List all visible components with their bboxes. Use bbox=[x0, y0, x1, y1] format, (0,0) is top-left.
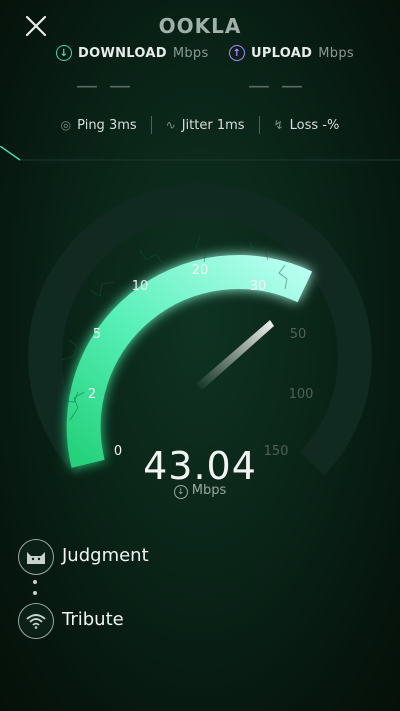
jitter-stat: ∿ Jitter 1ms bbox=[166, 118, 245, 133]
progress-rule bbox=[0, 146, 400, 161]
server-avatar-icon[interactable] bbox=[18, 539, 54, 575]
download-value: — — bbox=[76, 74, 133, 99]
tick-100: 100 bbox=[289, 387, 314, 402]
divider bbox=[258, 116, 260, 134]
ping-icon: ◎ bbox=[60, 118, 72, 132]
jitter-text: Jitter 1ms bbox=[181, 117, 245, 133]
tick-10: 10 bbox=[132, 279, 149, 294]
latency-stats-row: ◎ Ping 3ms ∿ Jitter 1ms ↯ Loss -% bbox=[0, 116, 400, 134]
cat-avatar-icon bbox=[27, 552, 45, 564]
speed-unit-label: Mbps bbox=[191, 483, 227, 498]
network-name[interactable]: Tribute bbox=[62, 609, 124, 630]
upload-header: ↑ UPLOAD Mbps bbox=[229, 45, 354, 61]
tick-30: 30 bbox=[250, 279, 267, 294]
connector-dot bbox=[33, 591, 37, 595]
wifi-glyph bbox=[26, 614, 46, 629]
tick-2: 2 bbox=[88, 387, 96, 402]
upload-unit: Mbps bbox=[318, 45, 354, 61]
speed-unit: ↓ Mbps bbox=[0, 483, 400, 499]
ping-stat: ◎ Ping 3ms bbox=[61, 118, 137, 133]
gauge-needle bbox=[196, 320, 274, 390]
divider bbox=[150, 116, 152, 134]
download-unit: Mbps bbox=[172, 45, 209, 61]
server-host-name[interactable]: Judgment bbox=[62, 545, 149, 566]
tick-50: 50 bbox=[290, 327, 307, 342]
ookla-logo: OOKLA bbox=[158, 14, 242, 38]
tick-20: 20 bbox=[192, 263, 209, 278]
upload-value: — — bbox=[248, 74, 305, 99]
ping-text: Ping 3ms bbox=[77, 117, 137, 133]
connector-dot bbox=[33, 580, 37, 584]
loss-icon: ↯ bbox=[273, 118, 284, 132]
gauge-fill bbox=[66, 255, 313, 468]
tick-5: 5 bbox=[93, 327, 101, 342]
download-header: ↓ DOWNLOAD Mbps bbox=[56, 45, 209, 61]
download-label: DOWNLOAD bbox=[78, 45, 167, 61]
download-arrow-icon: ↓ bbox=[56, 45, 72, 61]
download-arrow-icon: ↓ bbox=[173, 485, 188, 499]
upload-arrow-icon: ↑ bbox=[229, 45, 245, 61]
loss-stat: ↯ Loss -% bbox=[274, 118, 340, 133]
upload-label: UPLOAD bbox=[251, 45, 313, 61]
wifi-icon[interactable] bbox=[18, 603, 54, 639]
jitter-icon: ∿ bbox=[165, 118, 176, 132]
current-speed: 43.04 bbox=[143, 444, 257, 488]
loss-text: Loss -% bbox=[289, 117, 340, 133]
